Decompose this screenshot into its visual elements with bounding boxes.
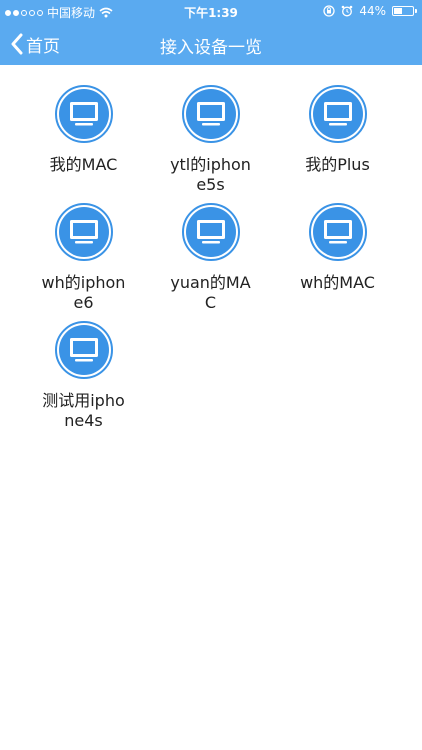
device-item[interactable]: 测试用iphone4s — [20, 321, 147, 431]
monitor-icon — [54, 85, 113, 143]
monitor-icon — [54, 321, 113, 379]
nav-bar: 中国移动 下午1:39 44% 首页 接入设备一览 — [0, 0, 422, 65]
device-item[interactable]: wh的MAC — [274, 203, 401, 313]
device-item[interactable]: wh的iphone6 — [20, 203, 147, 313]
device-item[interactable]: 我的MAC — [20, 85, 147, 195]
device-label: wh的MAC — [300, 273, 375, 292]
device-item[interactable]: ytl的iphone5s — [147, 85, 274, 195]
battery-fill — [394, 8, 402, 14]
device-label: wh的iphone6 — [41, 273, 126, 312]
device-label: ytl的iphone5s — [170, 155, 251, 194]
status-bar: 中国移动 下午1:39 44% — [0, 0, 422, 22]
battery-icon — [392, 6, 417, 16]
monitor-icon — [54, 203, 113, 261]
device-label: 我的Plus — [305, 155, 370, 174]
rotation-lock-icon — [323, 5, 335, 17]
device-item[interactable]: yuan的MAC — [147, 203, 274, 313]
device-grid: 我的MAC ytl的iphone5s 我的Plus wh的iphone6 yua… — [20, 85, 400, 431]
status-right: 44% — [323, 4, 417, 18]
monitor-icon — [308, 85, 367, 143]
alarm-icon — [342, 5, 353, 17]
device-label: 我的MAC — [49, 155, 118, 174]
device-item[interactable]: 我的Plus — [274, 85, 401, 195]
monitor-icon — [181, 85, 240, 143]
page-title: 接入设备一览 — [160, 38, 262, 58]
monitor-icon — [181, 203, 240, 261]
device-label: yuan的MAC — [170, 273, 251, 312]
battery-percent: 44% — [359, 4, 386, 18]
monitor-icon — [308, 203, 367, 261]
device-label: 测试用iphone4s — [42, 391, 125, 430]
